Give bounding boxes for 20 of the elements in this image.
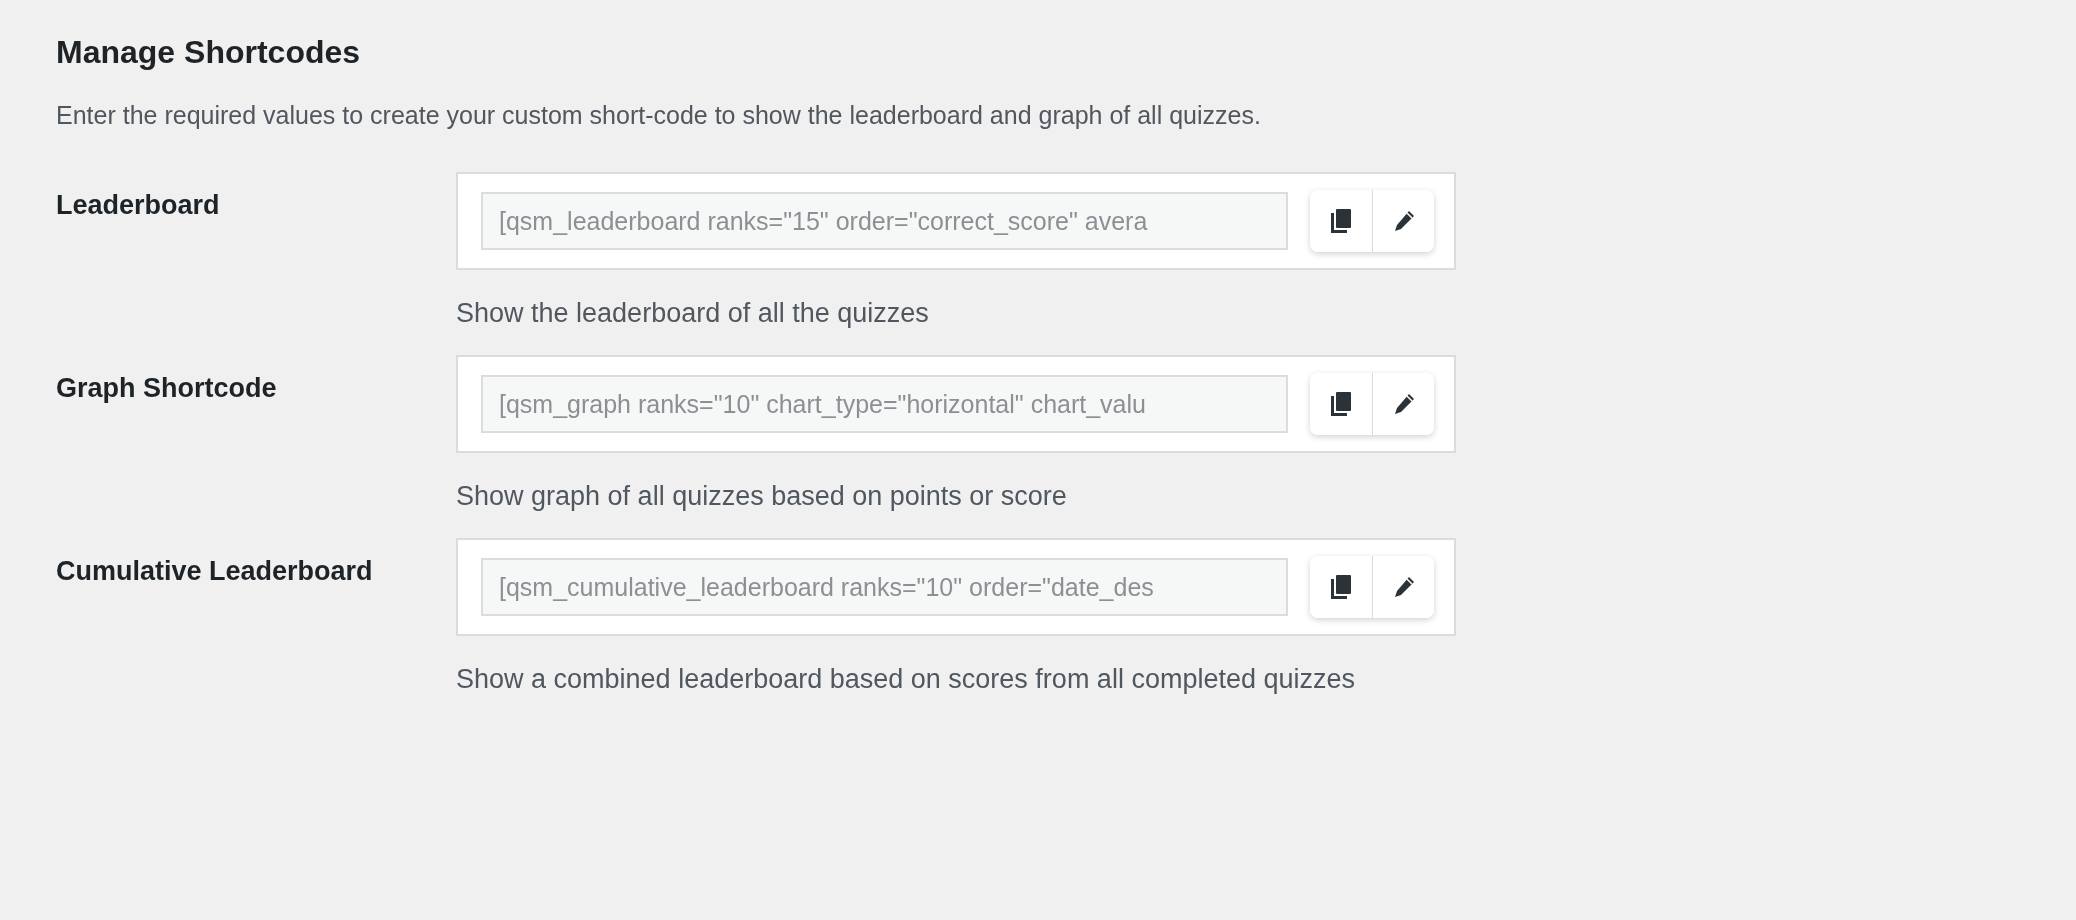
copy-icon: [1329, 208, 1353, 234]
copy-button[interactable]: [1310, 190, 1372, 252]
field-label: Cumulative Leaderboard: [56, 555, 373, 588]
help-text: Show graph of all quizzes based on points or score: [456, 481, 1068, 512]
edit-button[interactable]: [1372, 190, 1434, 252]
copy-button[interactable]: [1310, 556, 1372, 618]
edit-button[interactable]: [1372, 556, 1434, 618]
help-text: Show the leaderboard of all the quizzes: [456, 298, 930, 329]
copy-icon: [1329, 574, 1353, 600]
edit-button[interactable]: [1372, 373, 1434, 435]
page-description: Enter the required values to create your custom short-code to show the leaderboard and graph of all quizzes.: [56, 101, 1262, 130]
copy-button[interactable]: [1310, 373, 1372, 435]
help-text: Show a combined leaderboard based on scores from all completed quizzes: [456, 664, 1356, 695]
page-title: Manage Shortcodes: [56, 34, 362, 71]
field-label: Leaderboard: [56, 189, 220, 222]
shortcode-field[interactable]: [qsm_graph ranks="10" chart_type="horizontal" chart_valu: [481, 375, 1288, 433]
shortcode-field[interactable]: [qsm_leaderboard ranks="15" order="correct_score" avera: [481, 192, 1288, 250]
copy-icon: [1329, 391, 1353, 417]
shortcode-field[interactable]: [qsm_cumulative_leaderboard ranks="10" order="date_des: [481, 558, 1288, 616]
field-label: Graph Shortcode: [56, 372, 277, 405]
